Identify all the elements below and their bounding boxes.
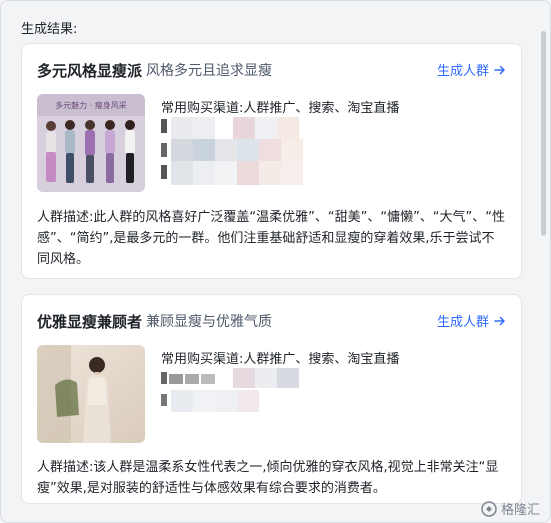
results-panel: 生成结果: 多元风格显瘦派 风格多元且追求显瘦 生成人群 多元魅力 · 瘦身风采 <box>0 0 551 523</box>
arrow-right-icon <box>494 65 505 74</box>
audience-description: 人群描述:该人群是温柔系女性代表之一,倾向优雅的穿衣风格,视觉上非常关注“显瘦”… <box>37 457 507 499</box>
generate-audience-label: 生成人群 <box>436 315 489 330</box>
redacted-info <box>161 117 316 187</box>
group-fashion-photo: 多元魅力 · 瘦身风采 <box>37 94 145 192</box>
woman-dress-photo <box>37 345 145 443</box>
card-subtitle: 兼顾显瘦与优雅气质 <box>146 314 273 330</box>
redacted-info <box>161 368 316 420</box>
thumb-caption: 多元魅力 · 瘦身风采 <box>55 100 127 110</box>
channels-label: 常用购买渠道: <box>161 101 244 116</box>
watermark-text: 格隆汇 <box>500 503 540 518</box>
scrollbar-thumb[interactable] <box>541 31 546 236</box>
audience-image: 多元魅力 · 瘦身风采 <box>37 94 145 192</box>
channels-label: 常用购买渠道: <box>161 352 244 367</box>
description-text: 此人群的风格喜好广泛覆盖“温柔优雅”、“甜美”、“慵懒”、“大气”、“性感”、“… <box>37 210 506 267</box>
section-title: 生成结果: <box>21 22 78 37</box>
generate-audience-button[interactable]: 生成人群 <box>437 60 507 79</box>
card-title: 优雅显瘦兼顾者 <box>37 312 143 331</box>
description-text: 该人群是温柔系女性代表之一,倾向优雅的穿衣风格,视觉上非常关注“显瘦”效果,是对… <box>37 460 499 496</box>
channels-value: 人群推广、搜索、淘宝直播 <box>243 352 400 367</box>
card-header: 多元风格显瘦派 风格多元且追求显瘦 生成人群 <box>37 60 507 80</box>
purchase-channels: 常用购买渠道:人群推广、搜索、淘宝直播 <box>161 97 399 116</box>
watermark: 格隆汇 <box>481 499 540 518</box>
generate-audience-button[interactable]: 生成人群 <box>437 311 507 330</box>
channels-value: 人群推广、搜索、淘宝直播 <box>243 101 400 116</box>
audience-image <box>37 345 145 443</box>
card-subtitle: 风格多元且追求显瘦 <box>146 63 273 79</box>
arrow-right-icon <box>494 316 505 325</box>
pixelated-redaction <box>161 117 303 185</box>
watermark-logo-icon <box>481 500 497 517</box>
generate-audience-label: 生成人群 <box>436 64 489 79</box>
audience-card: 多元风格显瘦派 风格多元且追求显瘦 生成人群 多元魅力 · 瘦身风采 常用购买渠… <box>21 43 522 279</box>
card-title: 多元风格显瘦派 <box>37 61 143 80</box>
description-label: 人群描述: <box>37 460 94 475</box>
description-label: 人群描述: <box>37 210 94 225</box>
card-header: 优雅显瘦兼顾者 兼顾显瘦与优雅气质 生成人群 <box>37 311 507 331</box>
audience-card: 优雅显瘦兼顾者 兼顾显瘦与优雅气质 生成人群 常用购买渠道:人群推广、搜索、淘宝… <box>21 294 522 504</box>
pixelated-redaction <box>161 368 299 412</box>
audience-description: 人群描述:此人群的风格喜好广泛覆盖“温柔优雅”、“甜美”、“慵懒”、“大气”、“… <box>37 207 507 270</box>
purchase-channels: 常用购买渠道:人群推广、搜索、淘宝直播 <box>161 348 399 367</box>
